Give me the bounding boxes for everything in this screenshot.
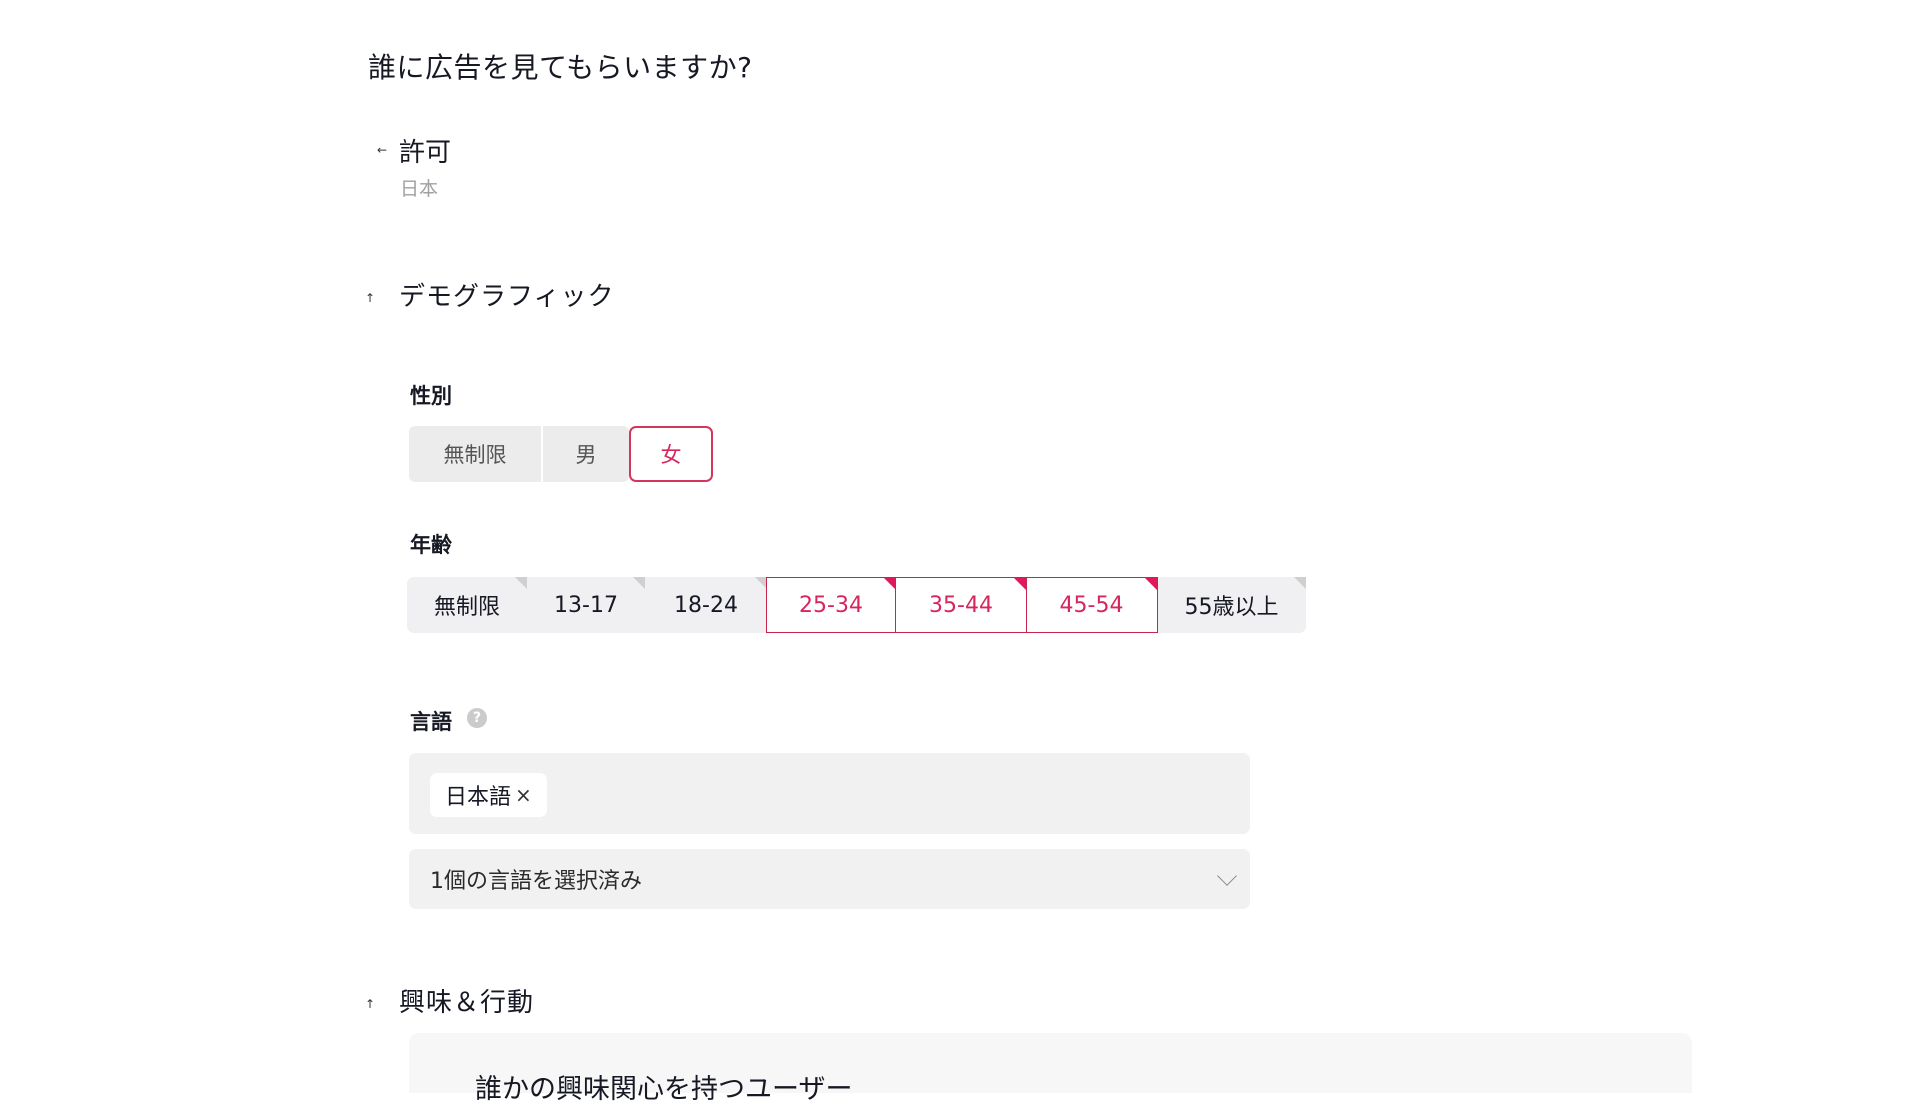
age-option-label: 25-34	[799, 592, 863, 618]
remove-chip-icon[interactable]: ×	[515, 783, 532, 807]
language-label: 言語	[410, 710, 452, 734]
age-option-label: 13-17	[554, 592, 618, 618]
age-option-45-54[interactable]: 45-54	[1025, 577, 1158, 633]
demographics-section-title[interactable]: デモグラフィック	[399, 276, 614, 313]
gender-label: 性別	[410, 384, 452, 408]
gender-selector: 無制限 男 女	[409, 426, 713, 482]
corner-marker-icon	[1144, 578, 1157, 590]
language-chip-label: 日本語	[445, 785, 512, 810]
age-option-18-24[interactable]: 18-24	[645, 577, 767, 633]
corner-marker-icon	[883, 578, 896, 590]
age-option-label: 35-44	[929, 592, 993, 618]
corner-marker-icon	[515, 577, 527, 589]
age-label: 年齢	[410, 533, 452, 557]
interests-section-title[interactable]: 興味＆行動	[399, 982, 534, 1019]
corner-marker-icon	[1014, 578, 1026, 590]
chevron-down-icon	[1217, 866, 1237, 886]
language-select[interactable]: 1個の言語を選択済み	[409, 849, 1250, 909]
language-chip: 日本語 ×	[430, 773, 547, 817]
location-title: 許可	[399, 138, 452, 168]
age-option-unlimited[interactable]: 無制限	[407, 577, 527, 633]
age-option-35-44[interactable]: 35-44	[895, 577, 1027, 633]
gender-option-unlimited[interactable]: 無制限	[409, 426, 541, 482]
help-icon[interactable]: ?	[467, 708, 487, 728]
page-title: 誰に広告を見てもらいますか?	[368, 51, 753, 84]
gender-option-female[interactable]: 女	[629, 426, 713, 482]
age-selector: 無制限 13-17 18-24 25-34 35-44 45-54 55歳以上	[407, 577, 1306, 633]
age-option-label: 45-54	[1059, 592, 1124, 618]
language-chips-input[interactable]: 日本語 ×	[409, 753, 1250, 834]
age-option-label: 55歳以上	[1184, 595, 1279, 620]
corner-marker-icon	[633, 577, 645, 589]
location-value: 日本	[400, 178, 439, 200]
age-option-label: 無制限	[433, 595, 500, 620]
gender-option-male[interactable]: 男	[543, 426, 629, 482]
collapse-arrow-up-icon[interactable]: ↑	[365, 997, 375, 1011]
age-option-55-plus[interactable]: 55歳以上	[1158, 577, 1306, 633]
interests-panel-heading: 誰かの興味関心を持つユーザー	[475, 1074, 853, 1105]
age-option-25-34[interactable]: 25-34	[765, 577, 897, 633]
age-option-13-17[interactable]: 13-17	[527, 577, 645, 633]
interests-panel: 誰かの興味関心を持つユーザー	[409, 1033, 1692, 1105]
arrow-left-icon[interactable]: ←	[377, 143, 387, 157]
corner-marker-icon	[1293, 577, 1306, 589]
age-option-label: 18-24	[674, 592, 738, 618]
collapse-arrow-up-icon[interactable]: ↑	[365, 291, 375, 305]
language-select-summary: 1個の言語を選択済み	[430, 869, 642, 894]
